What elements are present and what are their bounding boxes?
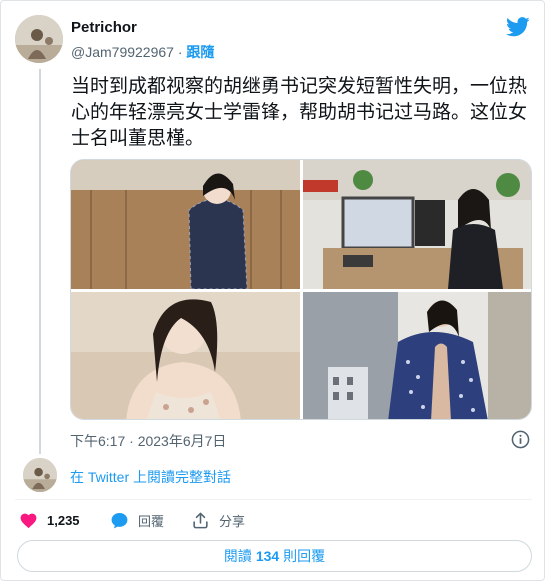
author-handle[interactable]: @Jam79922967 (71, 44, 174, 60)
reply-button[interactable]: 回覆 (110, 509, 164, 531)
tweet-embed-card: Petrichor @Jam79922967 · 跟隨 当时到成都视察的胡继勇书… (0, 0, 545, 581)
like-button[interactable]: 1,235 (19, 509, 80, 531)
read-full-conversation-link[interactable]: 在 Twitter 上閱讀完整對話 (70, 467, 231, 487)
reply-bubble-icon (111, 512, 128, 528)
share-label: 分享 (219, 513, 246, 529)
share-button[interactable]: 分享 (191, 509, 245, 531)
divider (15, 499, 532, 500)
reply-label: 回覆 (138, 513, 165, 529)
author-display-name[interactable]: Petrichor (71, 19, 137, 36)
read-replies-suffix: 則回覆 (283, 548, 326, 564)
like-count: 1,235 (47, 512, 80, 528)
media-grid (70, 159, 532, 420)
author-handle-row: @Jam79922967 · 跟隨 (71, 42, 214, 62)
share-icon (193, 512, 208, 528)
tweet-timestamp[interactable]: 下午6:17 · 2023年6月7日 (70, 431, 226, 451)
reply-count: 134 (255, 548, 280, 564)
twitter-bird-icon[interactable] (506, 16, 530, 38)
tweet-photo[interactable] (71, 160, 300, 289)
author-avatar[interactable] (15, 15, 63, 63)
info-icon[interactable] (511, 430, 530, 449)
tweet-photo[interactable] (303, 292, 531, 419)
action-bar: 1,235 回覆 分享 (15, 509, 532, 531)
tweet-text: 当时到成都视察的胡继勇书记突发短暂性失明，一位热心的年轻漂亮女士学雷锋，帮助胡书… (71, 76, 528, 149)
follow-button[interactable]: 跟隨 (186, 44, 214, 60)
thread-connector-line (39, 69, 41, 454)
handle-separator: · (177, 44, 183, 60)
read-replies-prefix: 閱讀 (223, 548, 252, 564)
tweet-photo[interactable] (71, 292, 300, 419)
heart-icon (20, 513, 37, 528)
read-replies-button[interactable]: 閱讀 134 則回覆 (17, 540, 532, 572)
tweet-photo[interactable] (303, 160, 531, 289)
reply-avatar[interactable] (23, 458, 57, 492)
